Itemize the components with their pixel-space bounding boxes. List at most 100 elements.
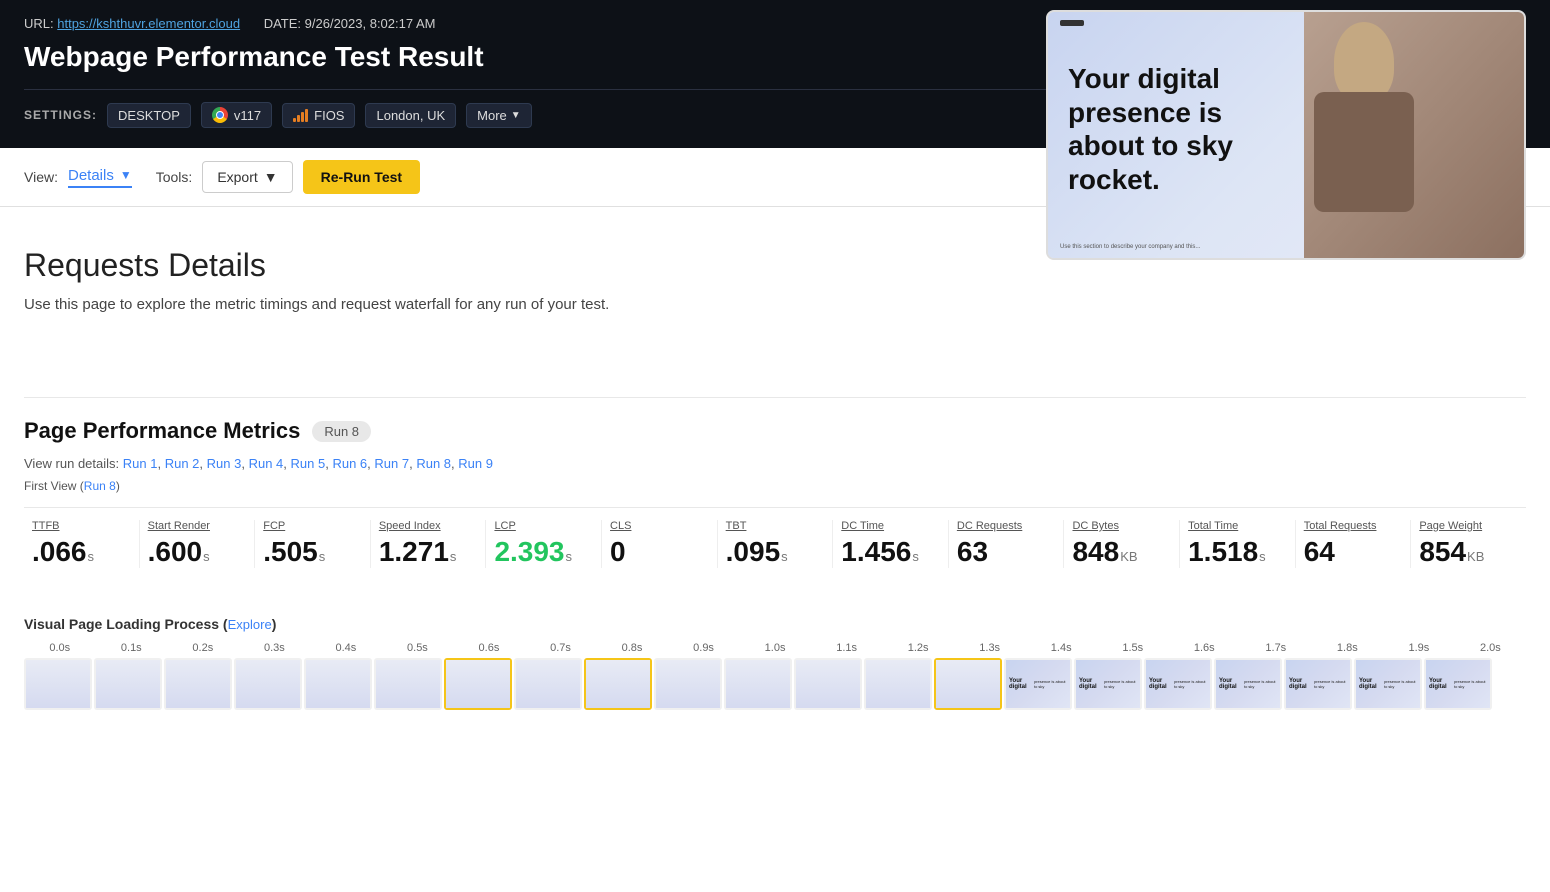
filmstrip-frame-5[interactable] — [374, 658, 442, 710]
timeline-marker: 1.2s — [882, 642, 954, 654]
run-link-5[interactable]: Run 5 — [291, 456, 326, 471]
timeline-marker: 1.7s — [1240, 642, 1312, 654]
filmstrip-frame-1[interactable] — [94, 658, 162, 710]
preview-photo — [1304, 12, 1524, 258]
frame-inner — [306, 660, 370, 708]
run-link-9[interactable]: Run 9 — [458, 456, 493, 471]
tools-label: Tools: — [156, 169, 193, 185]
frame-inner — [936, 660, 1000, 708]
frame-inner: Your digitalpresence is about to sky — [1076, 660, 1140, 708]
metric-label[interactable]: Speed Index — [379, 520, 478, 532]
filmstrip-frame-9[interactable] — [654, 658, 722, 710]
filmstrip-frame-19[interactable]: Your digitalpresence is about to sky — [1354, 658, 1422, 710]
filmstrip-frame-10[interactable] — [724, 658, 792, 710]
location-chip: London, UK — [365, 103, 456, 128]
metric-value: .095s — [726, 536, 825, 568]
metric-label[interactable]: Start Render — [148, 520, 247, 532]
timeline-marker: 0.0s — [24, 642, 96, 654]
rerun-button[interactable]: Re-Run Test — [303, 160, 420, 194]
metric-value: 63 — [957, 536, 1056, 568]
metric-fcp: FCP .505s — [255, 520, 371, 568]
view-label: View: — [24, 169, 58, 185]
filmstrip[interactable]: Your digitalpresence is about to skyYour… — [24, 658, 1526, 710]
chrome-icon — [212, 107, 228, 123]
timeline-marker: 0.9s — [668, 642, 740, 654]
metric-label[interactable]: DC Bytes — [1072, 520, 1171, 532]
desktop-label: DESKTOP — [118, 108, 180, 123]
run-link-1[interactable]: Run 1 — [123, 456, 158, 471]
frame-inner: Your digitalpresence is about to sky — [1006, 660, 1070, 708]
timeline-marker: 1.0s — [739, 642, 811, 654]
metric-label[interactable]: Total Requests — [1304, 520, 1403, 532]
timeline-marker: 0.7s — [525, 642, 597, 654]
filmstrip-frame-8[interactable] — [584, 658, 652, 710]
preview-caption: Use this section to describe your compan… — [1060, 244, 1200, 250]
timeline-marker: 1.3s — [954, 642, 1026, 654]
view-value: Details — [68, 167, 114, 184]
filmstrip-frame-11[interactable] — [794, 658, 862, 710]
url-label: URL: — [24, 16, 54, 31]
network-chip: FIOS — [282, 103, 355, 128]
metric-label[interactable]: TTFB — [32, 520, 131, 532]
metric-label[interactable]: DC Time — [841, 520, 940, 532]
filmstrip-frame-7[interactable] — [514, 658, 582, 710]
timeline-marker: 0.3s — [239, 642, 311, 654]
filmstrip-frame-6[interactable] — [444, 658, 512, 710]
metrics-grid: TTFB.066sStart Render.600sFCP.505sSpeed … — [24, 507, 1526, 568]
more-button[interactable]: More ▼ — [466, 103, 532, 128]
filmstrip-frame-12[interactable] — [864, 658, 932, 710]
metric-total-time: Total Time1.518s — [1180, 520, 1296, 568]
frame-inner — [446, 660, 510, 708]
frame-inner: Your digitalpresence is about to sky — [1426, 660, 1490, 708]
metric-cls: CLS0 — [602, 520, 718, 568]
timeline-ruler: 0.0s0.1s0.2s0.3s0.4s0.5s0.6s0.7s0.8s0.9s… — [24, 642, 1526, 654]
explore-link[interactable]: Explore — [228, 617, 272, 632]
timeline-marker: 0.5s — [382, 642, 454, 654]
metric-label[interactable]: LCP — [494, 520, 593, 532]
run-badge: Run 8 — [312, 421, 371, 442]
first-view-run[interactable]: Run 8 — [84, 479, 116, 493]
metric-value: 854KB — [1419, 536, 1518, 568]
run-link-6[interactable]: Run 6 — [332, 456, 367, 471]
metric-label[interactable]: DC Requests — [957, 520, 1056, 532]
metric-label[interactable]: Total Time — [1188, 520, 1287, 532]
filmstrip-frame-2[interactable] — [164, 658, 232, 710]
metric-ttfb: TTFB.066s — [24, 520, 140, 568]
metrics-title: Page Performance Metrics — [24, 418, 300, 444]
metric-label[interactable]: Page Weight — [1419, 520, 1518, 532]
preview-headline: Your digital presence is about to sky ro… — [1068, 62, 1268, 196]
filmstrip-frame-4[interactable] — [304, 658, 372, 710]
frame-inner — [26, 660, 90, 708]
filmstrip-frame-17[interactable]: Your digitalpresence is about to sky — [1214, 658, 1282, 710]
url-link[interactable]: https://kshthuvr.elementor.cloud — [57, 16, 240, 31]
rerun-label: Re-Run Test — [321, 169, 402, 185]
run-link-4[interactable]: Run 4 — [249, 456, 284, 471]
frame-inner — [516, 660, 580, 708]
timeline-marker: 0.8s — [596, 642, 668, 654]
metric-value: 2.393s — [494, 536, 593, 568]
timeline-marker: 1.8s — [1312, 642, 1384, 654]
timeline-marker: 1.1s — [811, 642, 883, 654]
frame-inner: Your digitalpresence is about to sky — [1216, 660, 1280, 708]
timeline-marker: 1.6s — [1169, 642, 1241, 654]
browser-chip: v117 — [201, 102, 272, 128]
filmstrip-frame-18[interactable]: Your digitalpresence is about to sky — [1284, 658, 1352, 710]
filmstrip-frame-15[interactable]: Your digitalpresence is about to sky — [1074, 658, 1142, 710]
filmstrip-frame-16[interactable]: Your digitalpresence is about to sky — [1144, 658, 1212, 710]
run-link-2[interactable]: Run 2 — [165, 456, 200, 471]
filmstrip-frame-0[interactable] — [24, 658, 92, 710]
run-link-7[interactable]: Run 7 — [374, 456, 409, 471]
metric-value: .505s — [263, 536, 362, 568]
timeline-marker: 0.6s — [453, 642, 525, 654]
view-dropdown[interactable]: Details ▼ — [68, 167, 132, 188]
metric-label[interactable]: TBT — [726, 520, 825, 532]
run-link-3[interactable]: Run 3 — [207, 456, 242, 471]
metric-label[interactable]: FCP — [263, 520, 362, 532]
metric-label[interactable]: CLS — [610, 520, 709, 532]
filmstrip-frame-3[interactable] — [234, 658, 302, 710]
filmstrip-frame-20[interactable]: Your digitalpresence is about to sky — [1424, 658, 1492, 710]
filmstrip-frame-14[interactable]: Your digitalpresence is about to sky — [1004, 658, 1072, 710]
export-button[interactable]: Export ▼ — [202, 161, 292, 193]
run-link-8[interactable]: Run 8 — [416, 456, 451, 471]
filmstrip-frame-13[interactable] — [934, 658, 1002, 710]
